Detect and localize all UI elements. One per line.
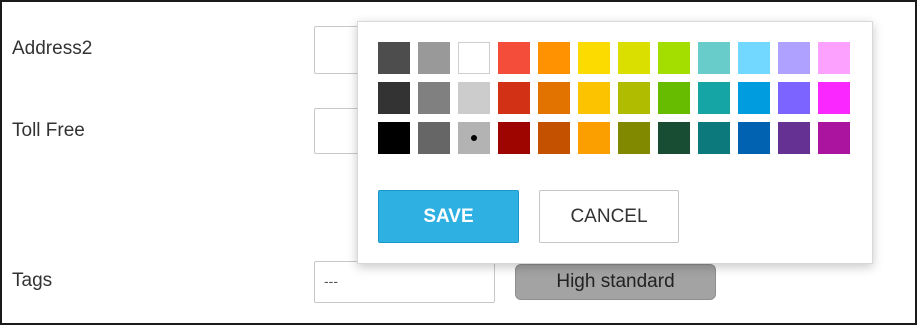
- swatch-row: [378, 82, 858, 114]
- color-swatch[interactable]: [818, 122, 850, 154]
- color-swatch[interactable]: [778, 82, 810, 114]
- swatch-row: [378, 122, 858, 154]
- color-swatch[interactable]: [738, 42, 770, 74]
- color-swatch[interactable]: [818, 42, 850, 74]
- color-swatch[interactable]: [578, 82, 610, 114]
- color-swatch[interactable]: [538, 122, 570, 154]
- color-swatch[interactable]: [658, 122, 690, 154]
- color-swatch[interactable]: [458, 122, 490, 154]
- color-swatch[interactable]: [658, 42, 690, 74]
- swatch-row: [378, 42, 858, 74]
- color-swatch[interactable]: [418, 82, 450, 114]
- toll-free-label: Toll Free: [12, 120, 85, 141]
- save-button[interactable]: SAVE: [378, 190, 519, 243]
- tags-label: Tags: [12, 270, 53, 291]
- color-swatch[interactable]: [498, 42, 530, 74]
- selected-dot-icon: [471, 135, 477, 141]
- tags-input[interactable]: ---: [314, 261, 495, 303]
- color-swatch[interactable]: [618, 82, 650, 114]
- color-swatch[interactable]: [458, 42, 490, 74]
- color-swatch[interactable]: [378, 42, 410, 74]
- color-swatch[interactable]: [498, 82, 530, 114]
- color-swatch[interactable]: [778, 42, 810, 74]
- color-swatch[interactable]: [458, 82, 490, 114]
- color-swatch[interactable]: [578, 42, 610, 74]
- color-swatch[interactable]: [818, 82, 850, 114]
- color-swatch[interactable]: [618, 42, 650, 74]
- color-swatch[interactable]: [778, 122, 810, 154]
- color-swatch[interactable]: [618, 122, 650, 154]
- color-swatch[interactable]: [498, 122, 530, 154]
- color-swatch[interactable]: [418, 122, 450, 154]
- color-swatch-grid: [378, 42, 858, 162]
- tag-badge[interactable]: High standard: [515, 264, 716, 300]
- color-swatch[interactable]: [378, 122, 410, 154]
- color-swatch[interactable]: [538, 42, 570, 74]
- color-swatch[interactable]: [378, 82, 410, 114]
- color-swatch[interactable]: [698, 122, 730, 154]
- color-swatch[interactable]: [578, 122, 610, 154]
- address2-label: Address2: [12, 38, 93, 59]
- color-swatch[interactable]: [738, 122, 770, 154]
- color-swatch[interactable]: [738, 82, 770, 114]
- color-swatch[interactable]: [698, 42, 730, 74]
- color-picker-popup: SAVE CANCEL: [357, 21, 873, 264]
- cancel-button[interactable]: CANCEL: [539, 190, 679, 243]
- color-swatch[interactable]: [658, 82, 690, 114]
- color-swatch[interactable]: [418, 42, 450, 74]
- color-swatch[interactable]: [538, 82, 570, 114]
- color-swatch[interactable]: [698, 82, 730, 114]
